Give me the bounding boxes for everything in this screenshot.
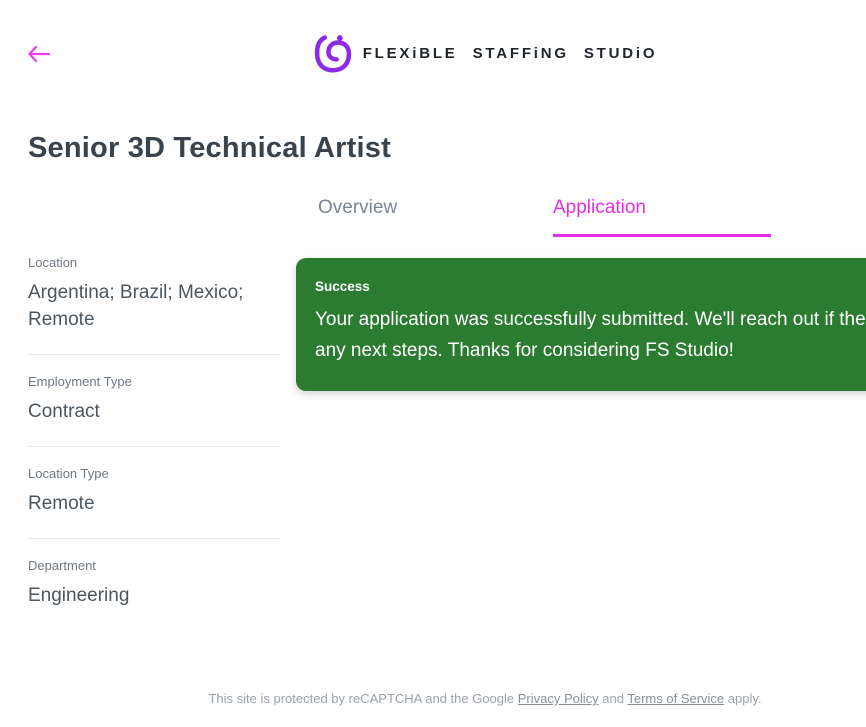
page-title: Senior 3D Technical Artist (28, 132, 391, 164)
job-field-location-type: Location Type Remote (28, 466, 280, 517)
tab-overview[interactable]: Overview (318, 197, 536, 237)
success-alert: Success Your application was successfull… (296, 258, 866, 391)
field-value: Argentina; Brazil; Mexico; Remote (28, 282, 244, 330)
job-field-employment-type: Employment Type Contract (28, 374, 280, 425)
privacy-policy-link[interactable]: Privacy Policy (518, 691, 599, 706)
tab-application[interactable]: Application (553, 197, 771, 237)
brand: FLEXiBLE STAFFiNG STUDiO (0, 30, 866, 76)
field-value: Engineering (28, 585, 130, 606)
footer-text: apply. (724, 691, 762, 706)
tab-bar: Overview Application (318, 197, 771, 237)
field-label: Department (28, 558, 96, 573)
divider (28, 538, 280, 539)
job-field-department: Department Engineering (28, 558, 280, 609)
success-alert-message-line-1: Your application was successfully submit… (315, 309, 866, 330)
divider (28, 446, 280, 447)
footer-text: This site is protected by reCAPTCHA and … (208, 691, 518, 706)
success-alert-message-line-2: any next steps. Thanks for considering F… (315, 340, 734, 361)
success-alert-title: Success (315, 279, 370, 294)
page-container: FLEXiBLE STAFFiNG STUDiO Senior 3D Techn… (0, 0, 866, 727)
footer-text: and (598, 691, 628, 706)
divider (28, 354, 280, 355)
field-label: Employment Type (28, 374, 132, 389)
job-field-location: Location Argentina; Brazil; Mexico; Remo… (28, 255, 280, 333)
field-value: Remote (28, 493, 95, 514)
fs-studio-logo-icon (313, 30, 353, 76)
brand-name: FLEXiBLE STAFFiNG STUDiO (362, 44, 658, 62)
terms-of-service-link[interactable]: Terms of Service (627, 691, 724, 706)
recaptcha-footer: This site is protected by reCAPTCHA and … (0, 691, 866, 706)
field-value: Contract (28, 401, 100, 422)
field-label: Location (28, 255, 78, 270)
field-label: Location Type (28, 466, 109, 481)
job-details-sidebar: Location Argentina; Brazil; Mexico; Remo… (28, 255, 280, 609)
